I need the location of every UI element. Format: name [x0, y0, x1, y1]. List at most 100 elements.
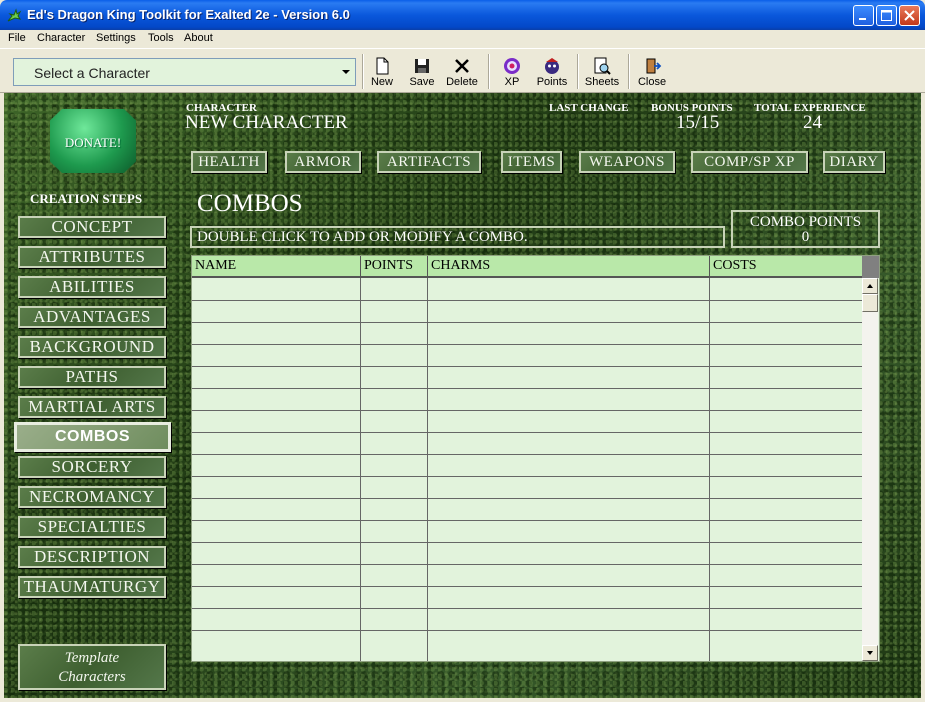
table-row-line [192, 608, 862, 609]
creation-steps-heading: CREATION STEPS [30, 191, 143, 206]
table-row-line [192, 322, 862, 323]
bonus-points-value: 15/15 [676, 112, 720, 133]
combo-points-label: COMBO POINTS [749, 214, 862, 230]
arrow-down-icon [867, 651, 873, 655]
table-row-line [192, 520, 862, 521]
combo-points-box: COMBO POINTS 0 [731, 210, 880, 248]
toolbar-separator [577, 54, 579, 89]
column-header-costs[interactable]: COSTS [710, 256, 862, 276]
grid-column-divider [709, 278, 710, 661]
menu-file[interactable]: File [8, 32, 26, 44]
tab-health[interactable]: Health [191, 151, 267, 173]
step-thaumaturgy[interactable]: Thaumaturgy [18, 576, 166, 598]
step-paths[interactable]: Paths [18, 366, 166, 388]
exit-door-icon [646, 58, 662, 74]
column-header-name[interactable]: NAME [192, 256, 361, 276]
last-change-label: LAST CHANGE [549, 102, 629, 114]
grid-corner [862, 256, 879, 278]
table-row-line [192, 564, 862, 565]
table-row-line [192, 630, 862, 631]
step-martial-arts[interactable]: Martial Arts [18, 396, 166, 418]
sheets-button[interactable]: Sheets [583, 52, 621, 92]
close-button[interactable]: Close [636, 52, 668, 92]
tab-diary[interactable]: Diary [823, 151, 885, 173]
sheets-magnifier-icon [594, 57, 611, 75]
chevron-down-icon[interactable] [339, 62, 353, 82]
menu-about[interactable]: About [184, 32, 213, 44]
tab-armor[interactable]: Armor [285, 151, 361, 173]
step-necromancy[interactable]: Necromancy [18, 486, 166, 508]
grid-header-row: NAME POINTS CHARMS COSTS [192, 256, 862, 278]
step-abilities[interactable]: Abilities [18, 276, 166, 298]
points-face-icon [545, 58, 559, 74]
step-advantages[interactable]: Advantages [18, 306, 166, 328]
donate-label: DONATE! [64, 135, 122, 150]
step-description[interactable]: Description [18, 546, 166, 568]
step-sorcery[interactable]: Sorcery [18, 456, 166, 478]
table-row-line [192, 388, 862, 389]
save-disk-icon [415, 59, 429, 73]
save-button[interactable]: Save [407, 52, 437, 92]
grid-column-divider [427, 278, 428, 661]
delete-button[interactable]: Delete [443, 52, 481, 92]
table-row-line [192, 454, 862, 455]
step-attributes[interactable]: Attributes [18, 246, 166, 268]
tab-weapons[interactable]: Weapons [579, 151, 675, 173]
new-button[interactable]: New [367, 52, 397, 92]
table-row-line [192, 410, 862, 411]
maximize-button[interactable] [876, 5, 897, 26]
template-label-line1: Template [64, 650, 120, 666]
tab-items[interactable]: Items [501, 151, 562, 173]
toolbar-separator [488, 54, 490, 89]
table-row-line [192, 366, 862, 367]
menu-settings[interactable]: Settings [96, 32, 136, 44]
minimize-icon [859, 18, 866, 20]
close-icon [904, 10, 915, 21]
arrow-up-icon [867, 284, 873, 288]
column-header-points[interactable]: POINTS [361, 256, 428, 276]
table-row-line [192, 432, 862, 433]
table-row-line [192, 476, 862, 477]
column-header-charms[interactable]: CHARMS [428, 256, 710, 276]
tab-comp-sp-xp[interactable]: Comp/Sp XP [691, 151, 808, 173]
grid-vertical-scrollbar[interactable] [862, 278, 878, 661]
table-row-line [192, 586, 862, 587]
table-row-line [192, 542, 862, 543]
table-row-line [192, 344, 862, 345]
step-concept[interactable]: Concept [18, 216, 166, 238]
table-row-line [192, 498, 862, 499]
menu-bar: File Character Settings Tools About [0, 30, 925, 48]
scroll-down-button[interactable] [862, 645, 878, 661]
table-row-line [192, 300, 862, 301]
combo-points-value: 0 [801, 229, 810, 245]
combos-grid[interactable]: NAME POINTS CHARMS COSTS [191, 255, 880, 662]
step-combos[interactable]: Combos [14, 422, 171, 452]
toolbar-separator [628, 54, 630, 89]
menu-tools[interactable]: Tools [148, 32, 174, 44]
instruction-text: DOUBLE CLICK TO ADD OR MODIFY A COMBO. [190, 226, 725, 248]
toolbar: Select a Character New Save Delete XP Po… [0, 48, 925, 93]
xp-orb-icon [504, 58, 520, 74]
xp-button[interactable]: XP [498, 52, 526, 92]
menu-character[interactable]: Character [37, 32, 85, 44]
step-specialties[interactable]: Specialties [18, 516, 166, 538]
template-characters-button[interactable]: Template Characters [18, 644, 166, 690]
window-title: Ed's Dragon King Toolkit for Exalted 2e … [27, 7, 350, 22]
points-button[interactable]: Points [535, 52, 569, 92]
toolbar-separator [362, 54, 364, 89]
character-select[interactable]: Select a Character [13, 58, 356, 86]
title-bar[interactable]: Ed's Dragon King Toolkit for Exalted 2e … [0, 0, 925, 30]
donate-button[interactable]: DONATE! [50, 109, 136, 173]
delete-x-icon [455, 59, 469, 73]
scroll-up-button[interactable] [862, 278, 878, 294]
minimize-button[interactable] [853, 5, 874, 26]
grid-column-divider [360, 278, 361, 661]
new-document-icon [376, 57, 389, 75]
maximize-icon [881, 10, 892, 21]
main-panel: DONATE! CREATION STEPS Concept Attribute… [4, 93, 921, 698]
tab-artifacts[interactable]: Artifacts [377, 151, 481, 173]
scrollbar-thumb[interactable] [862, 294, 878, 312]
close-window-button[interactable] [899, 5, 920, 26]
step-background[interactable]: Background [18, 336, 166, 358]
page-title: COMBOS [197, 190, 303, 217]
